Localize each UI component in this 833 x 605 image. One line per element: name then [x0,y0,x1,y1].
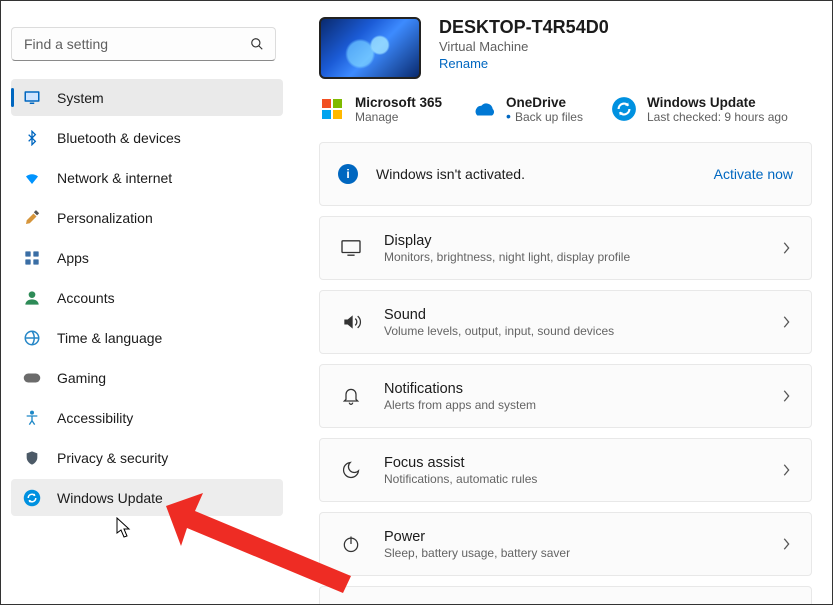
panel-sub: Volume levels, output, input, sound devi… [384,324,781,338]
sidebar-item-accounts[interactable]: Accounts [11,279,283,316]
sidebar-item-privacy-security[interactable]: Privacy & security [11,439,283,476]
panel-title: Focus assist [384,455,781,471]
wifi-icon [23,169,41,187]
settings-panel-sound[interactable]: SoundVolume levels, output, input, sound… [319,290,812,354]
search-input[interactable] [11,27,276,61]
activate-now-link[interactable]: Activate now [714,166,793,182]
top-card-sub: Manage [355,110,442,124]
sidebar-item-label: Windows Update [57,490,163,506]
person-icon [23,289,41,307]
bell-icon [340,385,362,407]
chevron-right-icon [781,537,791,551]
top-card-sub: Back up files [506,110,583,124]
chevron-right-icon [781,463,791,477]
update-icon [611,96,637,122]
panel-title: Display [384,233,781,249]
desktop-wallpaper-preview [319,17,421,79]
panel-sub: Monitors, brightness, night light, displ… [384,250,781,264]
panel-title: Sound [384,307,781,323]
power-icon [340,533,362,555]
settings-panel-focus-assist[interactable]: Focus assistNotifications, automatic rul… [319,438,812,502]
moon-icon [340,459,362,481]
gamepad-icon [23,369,41,387]
sidebar-item-label: Apps [57,250,89,266]
panel-title: Notifications [384,381,781,397]
bluetooth-icon [23,129,41,147]
apps-icon [23,249,41,267]
chevron-right-icon [781,241,791,255]
sidebar-item-label: Network & internet [57,170,172,186]
top-card-windows-update[interactable]: Windows UpdateLast checked: 9 hours ago [611,95,788,124]
top-card-title: Microsoft 365 [355,95,442,110]
top-card-sub: Last checked: 9 hours ago [647,110,788,124]
sidebar-item-label: Privacy & security [57,450,168,466]
clock-globe-icon [23,329,41,347]
sidebar-item-time-language[interactable]: Time & language [11,319,283,356]
sidebar-item-label: Accounts [57,290,115,306]
device-header: DESKTOP-T4R54D0 Virtual Machine Rename [319,17,812,79]
sidebar-item-label: Gaming [57,370,106,386]
rename-link[interactable]: Rename [439,56,488,71]
activation-text: Windows isn't activated. [376,166,714,182]
chevron-right-icon [781,389,791,403]
search-wrapper [11,27,276,61]
search-icon [250,37,264,51]
panel-sub: Notifications, automatic rules [384,472,781,486]
sidebar-item-gaming[interactable]: Gaming [11,359,283,396]
onedrive-icon [470,96,496,122]
settings-panel-notifications[interactable]: NotificationsAlerts from apps and system [319,364,812,428]
sidebar-item-network-internet[interactable]: Network & internet [11,159,283,196]
top-card-onedrive[interactable]: OneDriveBack up files [470,95,583,124]
sound-icon [340,311,362,333]
settings-panel-storage[interactable]: Storage [319,586,812,604]
sidebar-item-label: System [57,90,104,106]
brush-icon [23,209,41,227]
ms365-icon [319,96,345,122]
sidebar-item-windows-update[interactable]: Windows Update [11,479,283,516]
info-icon: i [338,164,358,184]
sidebar-item-system[interactable]: System [11,79,283,116]
shield-icon [23,449,41,467]
top-card-title: OneDrive [506,95,583,110]
sidebar-item-label: Bluetooth & devices [57,130,181,146]
sidebar-item-label: Accessibility [57,410,133,426]
panel-title: Power [384,529,781,545]
device-type: Virtual Machine [439,39,812,54]
top-card-title: Windows Update [647,95,788,110]
settings-panel-display[interactable]: DisplayMonitors, brightness, night light… [319,216,812,280]
sidebar-item-apps[interactable]: Apps [11,239,283,276]
settings-panel-power[interactable]: PowerSleep, battery usage, battery saver [319,512,812,576]
sidebar-item-label: Time & language [57,330,162,346]
chevron-right-icon [781,315,791,329]
device-name: DESKTOP-T4R54D0 [439,17,812,38]
panel-sub: Sleep, battery usage, battery saver [384,546,781,560]
panel-sub: Alerts from apps and system [384,398,781,412]
display-icon [340,237,362,259]
update-icon [23,489,41,507]
accessibility-icon [23,409,41,427]
top-card-microsoft-365[interactable]: Microsoft 365Manage [319,95,442,124]
sidebar-item-accessibility[interactable]: Accessibility [11,399,283,436]
activation-banner: i Windows isn't activated.Activate now [319,142,812,206]
sidebar-item-bluetooth-devices[interactable]: Bluetooth & devices [11,119,283,156]
monitor-icon [23,89,41,107]
sidebar-item-label: Personalization [57,210,153,226]
sidebar-item-personalization[interactable]: Personalization [11,199,283,236]
